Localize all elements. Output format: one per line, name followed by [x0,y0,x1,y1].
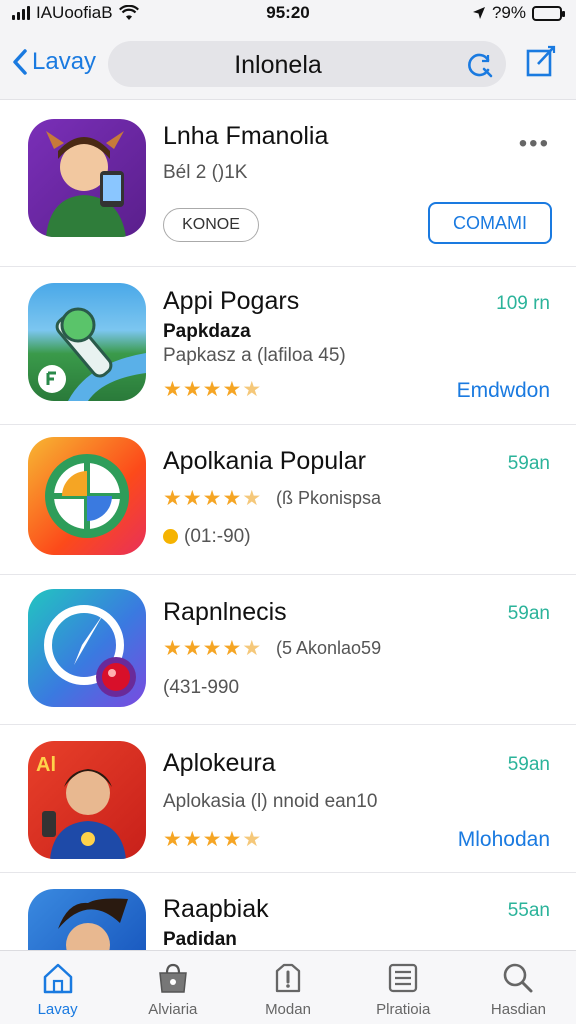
tab-bar: Lavay Alviaria Modan Plratioia Hasdian [0,950,576,1024]
svg-text:Al: Al [36,754,56,776]
app-icon-map [28,283,146,401]
app-icon-person: Al [28,741,146,859]
chevron-left-icon [13,49,27,75]
location-arrow-icon [472,7,485,19]
star-icon: ★ [163,637,183,660]
tab-updates[interactable]: Modan [230,951,345,1024]
app-size: 109 rn [496,293,550,314]
tab-store[interactable]: Alviaria [115,951,230,1024]
battery-percent: ?9% [491,3,526,22]
star-icon: ★ [202,828,223,851]
search-icon [504,963,533,993]
star-rating: ★★★★★ [163,827,262,852]
back-label: Lavay [32,48,97,75]
app-subtitle: Bél 2 ()1K [163,162,248,183]
list-item[interactable]: Rapnlnecis 59an ★★★★★ (5 Akonlao59 (431-… [0,575,576,725]
app-size: 59an [507,754,550,775]
app-size: 55an [507,900,550,921]
star-icon: ★ [222,487,243,510]
app-price: (01:-90) [163,526,251,548]
tab-label: Modan [265,1001,311,1018]
download-button[interactable]: Emdwdon [457,379,550,403]
list-item[interactable]: Al Aplokeura 59an Aplokasia (l) nnoid ea… [0,725,576,873]
app-icon-character-2 [28,889,146,953]
download-button[interactable]: Mlohodan [458,828,550,852]
review-count: (ß Pkonispsa [276,488,382,508]
star-icon: ★ [202,487,223,510]
star-icon: ★ [202,637,223,660]
get-button[interactable]: COMAMI [428,202,552,244]
app-icon-navigation [28,589,146,707]
tab-home[interactable]: Lavay [0,951,115,1024]
search-bar[interactable]: Inlonela [108,41,506,87]
star-icon: ★ [202,378,223,401]
app-name: Appi Pogars [163,287,300,315]
star-icon: ★ [242,828,263,851]
status-bar: IAUoofiaB 95:20 ?9% [0,0,576,28]
app-size: 59an [507,603,550,624]
compose-icon[interactable] [526,45,556,77]
app-name: Rapnlnecis [163,598,287,626]
star-icon: ★ [222,828,243,851]
star-icon: ★ [163,378,183,401]
app-developer: Padidan [163,929,237,950]
updates-icon [275,963,301,993]
tab-label: Lavay [37,1001,78,1018]
star-icon: ★ [182,637,203,660]
navigation-bar: Lavay Inlonela [0,28,576,100]
app-icon-character [28,119,146,237]
review-count: (5 Akonlao59 [276,638,382,658]
star-icon: ★ [242,637,263,660]
status-right: ?9% [472,3,565,23]
list-item[interactable]: Lnha Fmanolia Bél 2 ()1K ••• KONOE COMAM… [0,100,576,267]
home-icon [43,963,72,994]
star-icon: ★ [242,487,263,510]
battery-icon [532,5,565,21]
app-subtitle: Papkasz a (lafiloa 45) [163,345,346,366]
app-name: Aplokeura [163,749,276,777]
star-icon: ★ [242,378,263,401]
list-item[interactable]: Appi Pogars Papkdaza Papkasz a (lafiloa … [0,267,576,425]
secondary-button[interactable]: KONOE [163,208,259,242]
star-icon: ★ [182,487,203,510]
app-size: 59an [507,453,550,474]
tab-list[interactable]: Plratioia [346,951,461,1024]
star-rating: ★★★★★ [163,486,262,511]
list-item[interactable]: Apolkania Popular 59an ★★★★★ (ß Pkonisps… [0,425,576,575]
app-name: Raapbiak [163,895,269,923]
app-name: Apolkania Popular [163,447,366,475]
tab-label: Plratioia [376,1001,431,1018]
app-subtitle: Aplokasia (l) nnoid ean10 [163,791,378,812]
search-title: Inlonela [234,51,322,79]
coin-icon [163,529,178,544]
app-developer: Papkdaza [163,321,251,342]
app-icon-compass [28,437,146,555]
app-price: (431-990 [163,677,240,698]
app-list: Lnha Fmanolia Bél 2 ()1K ••• KONOE COMAM… [0,100,576,953]
star-icon: ★ [163,487,183,510]
star-icon: ★ [182,378,203,401]
more-options-icon[interactable]: ••• [519,130,550,158]
star-icon: ★ [222,637,243,660]
star-rating: ★★★★★ [163,636,262,661]
star-rating: ★★★★★ [163,377,262,402]
app-name: Lnha Fmanolia [163,122,329,150]
refresh-search-icon[interactable] [466,51,494,79]
tab-label: Hasdian [490,1001,546,1018]
back-button[interactable]: Lavay [12,48,96,76]
price-label: (01:-90) [184,526,251,547]
tab-search[interactable]: Hasdian [461,951,576,1024]
tab-label: Alviaria [148,1001,198,1018]
list-icon [389,963,418,993]
list-item[interactable]: Raapbiak Padidan 55an [0,873,576,953]
star-icon: ★ [163,828,183,851]
store-bag-icon [158,963,187,993]
star-icon: ★ [182,828,203,851]
star-icon: ★ [222,378,243,401]
